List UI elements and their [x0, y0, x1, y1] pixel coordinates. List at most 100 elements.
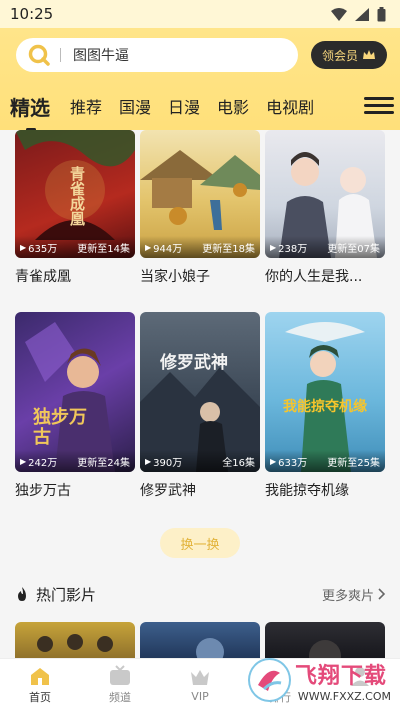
more-movies-link[interactable]: 更多爽片	[322, 585, 386, 604]
nav-vip[interactable]: VIP	[160, 659, 240, 710]
episode-status: 更新至07集	[327, 243, 380, 255]
poster-meta: ▶ 238万 更新至07集	[265, 236, 385, 258]
tab-tv-series[interactable]: 电视剧	[266, 94, 314, 118]
battery-icon	[377, 6, 386, 21]
poster-art	[309, 640, 341, 658]
refresh-button[interactable]: 换一换	[160, 528, 240, 558]
poster-caption: 修罗武神	[160, 353, 228, 373]
play-count: ▶ 635万	[20, 240, 57, 255]
video-card[interactable]: 修罗武神 ▶ 390万 全16集 修罗武神	[140, 312, 260, 500]
poster-meta: ▶ 635万 更新至14集	[15, 236, 135, 258]
home-icon	[31, 667, 49, 685]
nav-channel[interactable]: 频道	[80, 659, 160, 710]
play-count: ▶ 944万	[145, 240, 182, 255]
more-movies-label: 更多爽片	[321, 588, 374, 604]
chevron-right-icon	[378, 588, 386, 600]
poster-caption: 独步万古	[33, 407, 87, 448]
play-count-value: 633万	[278, 457, 308, 469]
play-count: ▶ 633万	[270, 454, 307, 469]
status-bar: 10:25	[0, 0, 400, 28]
video-card[interactable]: 我能掠夺机缘 ▶ 633万 更新至25集 我能掠夺机缘	[265, 312, 385, 500]
poster-meta: ▶ 390万 全16集	[140, 450, 260, 472]
poster-caption: 青雀成凰	[68, 166, 86, 226]
poster-art	[196, 638, 224, 658]
tab-recommended[interactable]: 推荐	[70, 94, 102, 118]
play-count-value: 635万	[28, 243, 58, 255]
poster-art	[37, 634, 113, 652]
nav-home-label: 首页	[29, 690, 51, 704]
hot-movie-poster[interactable]	[15, 622, 135, 658]
nav-vip-label: VIP	[191, 690, 209, 703]
play-count: ▶ 390万	[145, 454, 182, 469]
status-icons	[331, 6, 386, 22]
menu-icon[interactable]	[364, 96, 394, 114]
play-count: ▶ 238万	[270, 240, 307, 255]
play-count-value: 242万	[28, 457, 58, 469]
poster-art	[25, 322, 115, 472]
vip-crown-icon	[191, 670, 209, 685]
tab-japanese-anime[interactable]: 日漫	[168, 94, 200, 118]
episode-status: 全16集	[222, 457, 255, 469]
tab-movies[interactable]: 电影	[217, 94, 249, 118]
tab-featured[interactable]: 精选	[10, 92, 50, 131]
card-title: 独步万古	[15, 483, 71, 499]
play-icon: ▶	[270, 242, 277, 252]
play-icon: ▶	[270, 456, 277, 466]
card-title: 当家小娘子	[140, 269, 210, 285]
nav-channel-label: 频道	[109, 690, 131, 704]
poster-meta: ▶ 944万 更新至18集	[140, 236, 260, 258]
video-card[interactable]: ▶ 944万 更新至18集 当家小娘子	[140, 130, 260, 286]
video-card[interactable]: 青雀成凰 ▶ 635万 更新至14集 青雀成凰	[15, 130, 135, 286]
video-card[interactable]: 独步万古 ▶ 242万 更新至24集 独步万古	[15, 312, 135, 500]
search-icon	[28, 44, 50, 66]
play-count-value: 238万	[278, 243, 308, 255]
play-count-value: 390万	[153, 457, 183, 469]
poster-art	[285, 322, 365, 472]
search-input[interactable]: 图图牛逼	[73, 45, 129, 65]
play-icon: ▶	[145, 242, 152, 252]
search-divider	[60, 48, 61, 62]
hot-movie-poster[interactable]	[140, 622, 260, 658]
content-area: 青雀成凰 ▶ 635万 更新至14集 青雀成凰 ▶ 944万 更新至18集 当家小娘…	[0, 130, 400, 658]
tab-chinese-anime[interactable]: 国漫	[119, 94, 151, 118]
watermark-title: 飞翔下载	[294, 663, 387, 689]
card-title: 你的人生是我...	[265, 269, 363, 285]
hot-section-title: 热门影片	[36, 585, 97, 604]
play-count: ▶ 242万	[20, 454, 57, 469]
tv-icon	[110, 664, 130, 685]
poster-meta: ▶ 242万 更新至24集	[15, 450, 135, 472]
poster-meta: ▶ 633万 更新至25集	[265, 450, 385, 472]
hot-section-header: 热门影片 更多爽片	[14, 582, 386, 606]
poster: 修罗武神 ▶ 390万 全16集	[140, 312, 260, 472]
nav-home[interactable]: 首页	[0, 659, 80, 710]
crown-icon	[363, 50, 375, 59]
hot-movie-poster[interactable]	[265, 622, 385, 658]
watermark-url: WWW.FXXZ.COM	[294, 689, 394, 703]
vip-button-label: 领会员	[321, 48, 358, 63]
video-card[interactable]: ▶ 238万 更新至07集 你的人生是我...	[265, 130, 385, 286]
episode-status: 更新至24集	[77, 457, 130, 469]
watermark-logo	[248, 658, 291, 702]
card-title: 我能掠夺机缘	[265, 483, 349, 499]
category-tabs: 精选 推荐 国漫 日漫 电影 电视剧	[0, 88, 400, 131]
wifi-icon	[331, 7, 347, 21]
poster: ▶ 944万 更新至18集	[140, 130, 260, 258]
poster: ▶ 238万 更新至07集	[265, 130, 385, 258]
signal-icon	[355, 7, 369, 21]
poster: 青雀成凰 ▶ 635万 更新至14集	[15, 130, 135, 258]
play-icon: ▶	[20, 242, 27, 252]
vip-membership-button[interactable]: 领会员	[311, 41, 387, 69]
section-title: 热门影片	[14, 584, 96, 605]
episode-status: 更新至25集	[327, 457, 380, 469]
play-count-value: 944万	[153, 243, 183, 255]
fire-icon	[18, 587, 26, 601]
watermark-logo-icon	[258, 670, 282, 691]
episode-status: 更新至14集	[77, 243, 130, 255]
search-bar[interactable]: 图图牛逼	[16, 38, 298, 72]
header: 图图牛逼 领会员 精选 推荐 国漫 日漫 电影 电视剧	[0, 28, 400, 131]
watermark: 飞翔下载 WWW.FXXZ.COM	[248, 654, 394, 706]
poster: 独步万古 ▶ 242万 更新至24集	[15, 312, 135, 472]
poster-caption: 我能掠夺机缘	[283, 399, 367, 415]
card-title: 修罗武神	[140, 483, 196, 499]
poster: 我能掠夺机缘 ▶ 633万 更新至25集	[265, 312, 385, 472]
